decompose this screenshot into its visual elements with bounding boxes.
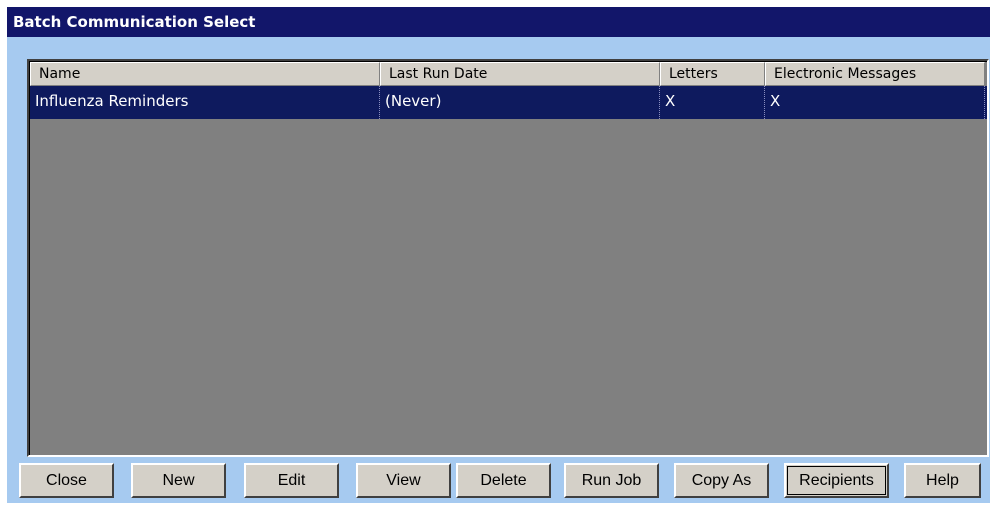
column-header-name[interactable]: Name <box>30 62 380 86</box>
table-row[interactable]: Influenza Reminders (Never) X X <box>30 86 987 119</box>
window-title: Batch Communication Select <box>7 7 990 37</box>
communication-list[interactable]: Name Last Run Date Letters Electronic Me… <box>27 59 989 457</box>
new-button[interactable]: New <box>131 463 226 498</box>
column-header-letters[interactable]: Letters <box>660 62 765 86</box>
cell-last-run-date: (Never) <box>380 86 660 119</box>
close-button[interactable]: Close <box>19 463 114 498</box>
copy-as-button[interactable]: Copy As <box>674 463 769 498</box>
column-header-last-run-date[interactable]: Last Run Date <box>380 62 660 86</box>
button-bar: Close New Edit View Delete Run Job Copy … <box>19 463 984 498</box>
view-button[interactable]: View <box>356 463 451 498</box>
delete-button[interactable]: Delete <box>456 463 551 498</box>
cell-electronic-messages: X <box>765 86 985 119</box>
list-inner: Name Last Run Date Letters Electronic Me… <box>29 61 987 455</box>
edit-button[interactable]: Edit <box>244 463 339 498</box>
help-button[interactable]: Help <box>904 463 981 498</box>
run-job-button[interactable]: Run Job <box>564 463 659 498</box>
column-header-electronic-messages[interactable]: Electronic Messages <box>765 62 985 86</box>
recipients-button[interactable]: Recipients <box>784 463 889 498</box>
batch-communication-window: Batch Communication Select Name Last Run… <box>7 7 990 503</box>
cell-name: Influenza Reminders <box>30 86 380 119</box>
list-header: Name Last Run Date Letters Electronic Me… <box>30 62 987 86</box>
cell-letters: X <box>660 86 765 119</box>
